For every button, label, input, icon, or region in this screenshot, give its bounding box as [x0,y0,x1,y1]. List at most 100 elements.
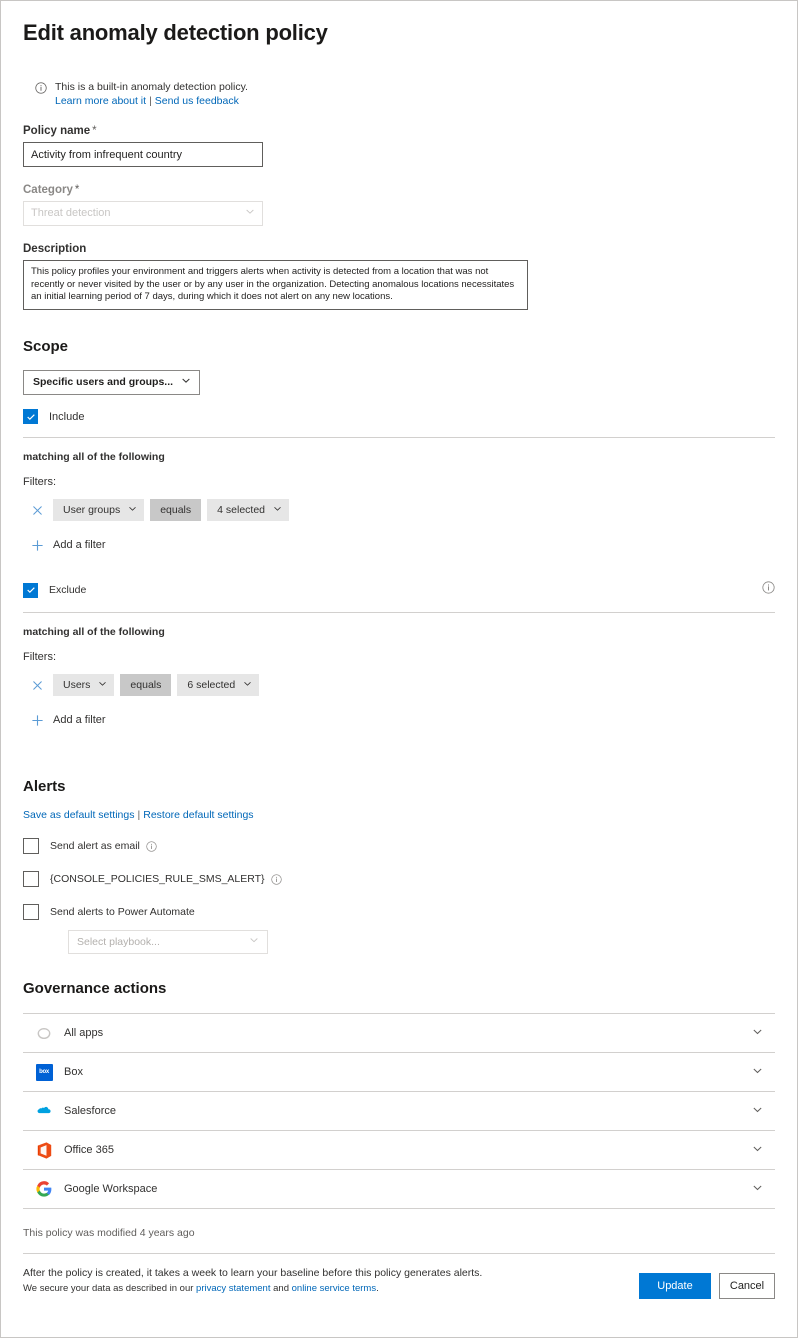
description-textarea[interactable]: This policy profiles your environment an… [23,260,528,310]
scope-target-value: Specific users and groups... [33,376,174,388]
governance-row-salesforce[interactable]: Salesforce [23,1091,775,1130]
exclude-filter-value[interactable]: 6 selected [177,674,260,696]
learn-more-link[interactable]: Learn more about it [55,95,146,107]
governance-row-label: Salesforce [64,1105,116,1117]
sms-alert-row[interactable]: {CONSOLE_POLICIES_RULE_SMS_ALERT} [23,871,775,887]
alerts-heading: Alerts [23,778,66,795]
chevron-down-icon[interactable] [752,1024,763,1042]
exclude-checkbox[interactable] [23,582,38,598]
category-label-text: Category [23,184,73,196]
power-automate-row[interactable]: Send alerts to Power Automate [23,904,775,920]
all-apps-icon [35,1024,53,1042]
chevron-down-icon[interactable] [752,1102,763,1120]
include-filter-value-text: 4 selected [217,504,266,516]
send-alert-as-email-label: Send alert as email [50,840,140,852]
include-matching-text: matching all of the following [23,451,165,463]
info-circle-icon [35,81,47,99]
footer-privacy-line: We secure your data as described in our … [23,1281,482,1297]
chevron-down-icon[interactable] [752,1063,763,1081]
chevron-down-icon [245,202,255,225]
description-label: Description [23,243,87,255]
privacy-statement-link[interactable]: privacy statement [196,1283,270,1294]
send-alert-as-email-checkbox[interactable] [23,838,39,854]
restore-default-settings-link[interactable]: Restore default settings [143,809,253,821]
governance-actions-list: All apps box Box Salesforce Office 365 G… [23,1013,775,1209]
send-feedback-link[interactable]: Send us feedback [155,95,239,107]
exclude-add-filter-button[interactable]: Add a filter [29,712,106,728]
exclude-filter-value-text: 6 selected [187,679,236,691]
chevron-down-icon [128,499,137,521]
include-label: Include [49,410,85,423]
power-automate-label: Send alerts to Power Automate [50,906,195,918]
alerts-default-links: Save as default settings | Restore default… [23,809,775,821]
exclude-matching-text: matching all of the following [23,626,165,638]
cancel-button[interactable]: Cancel [719,1273,775,1299]
exclude-filter-operator: equals [120,674,172,696]
governance-row-box[interactable]: box Box [23,1052,775,1091]
category-required: * [74,184,80,196]
governance-row-all-apps[interactable]: All apps [23,1013,775,1052]
chevron-down-icon [273,499,282,521]
chevron-down-icon[interactable] [752,1180,763,1198]
category-label: Category * [23,184,775,196]
update-button[interactable]: Update [639,1273,711,1299]
exclude-label: Exclude [49,584,87,596]
policy-name-input[interactable] [23,142,263,167]
footer-secure-suffix: . [376,1283,379,1294]
online-service-terms-link[interactable]: online service terms [292,1283,376,1294]
send-alert-as-email-row[interactable]: Send alert as email [23,838,775,854]
policy-modified-text: This policy was modified 4 years ago [23,1227,195,1239]
include-filter-operator: equals [150,499,202,521]
page-title: Edit anomaly detection policy [23,20,328,45]
builtin-policy-notice: This is a built-in anomaly detection pol… [1,80,797,108]
exclude-checkbox-row[interactable]: Exclude [23,581,775,599]
scope-heading: Scope [23,338,69,355]
close-icon[interactable] [29,677,45,693]
salesforce-icon [35,1102,53,1120]
chevron-down-icon[interactable] [752,1141,763,1159]
office365-icon [35,1141,53,1159]
info-circle-icon[interactable] [146,840,157,852]
include-add-filter-button[interactable]: Add a filter [29,537,106,553]
include-filter-attribute[interactable]: User groups [53,499,145,521]
sms-alert-label: {CONSOLE_POLICIES_RULE_SMS_ALERT} [50,873,265,885]
save-default-settings-link[interactable]: Save as default settings [23,809,135,821]
category-value: Threat detection [31,207,111,219]
info-circle-icon[interactable] [270,873,282,885]
governance-row-office365[interactable]: Office 365 [23,1130,775,1169]
playbook-placeholder: Select playbook... [77,936,160,948]
include-filter-value[interactable]: 4 selected [207,499,290,521]
include-checkbox[interactable] [23,409,38,424]
info-circle-icon[interactable] [762,581,775,599]
include-add-filter-label: Add a filter [53,539,106,551]
notice-separator: | [149,95,152,107]
footer: After the policy is created, it takes a … [23,1254,775,1299]
exclude-add-filter-label: Add a filter [53,714,106,726]
governance-row-label: Box [64,1066,83,1078]
sms-alert-checkbox[interactable] [23,871,39,887]
google-workspace-icon [35,1180,53,1198]
exclude-filter-attribute[interactable]: Users [53,674,115,696]
governance-heading: Governance actions [23,980,167,997]
close-icon[interactable] [29,502,45,518]
governance-row-label: Google Workspace [64,1183,158,1195]
power-automate-checkbox[interactable] [23,904,39,920]
playbook-select[interactable]: Select playbook... [68,930,268,954]
footer-note: After the policy is created, it takes a … [23,1267,483,1279]
include-filter-attribute-text: User groups [63,504,121,516]
include-checkbox-row[interactable]: Include [23,409,775,424]
governance-row-google-workspace[interactable]: Google Workspace [23,1169,775,1209]
include-filter-row: User groups equals 4 selected [23,499,775,521]
exclude-divider [23,612,775,613]
exclude-filters-label: Filters: [23,651,56,663]
include-filters-label: Filters: [23,476,56,488]
scope-target-select[interactable]: Specific users and groups... [23,370,201,395]
chevron-down-icon [243,674,252,696]
footer-secure-mid: and [270,1283,292,1294]
plus-icon [29,712,45,728]
plus-icon [29,537,45,553]
chevron-down-icon [181,371,191,394]
exclude-filter-attribute-text: Users [63,679,91,691]
notice-message: This is a built-in anomaly detection pol… [55,81,248,93]
include-divider [23,437,775,438]
